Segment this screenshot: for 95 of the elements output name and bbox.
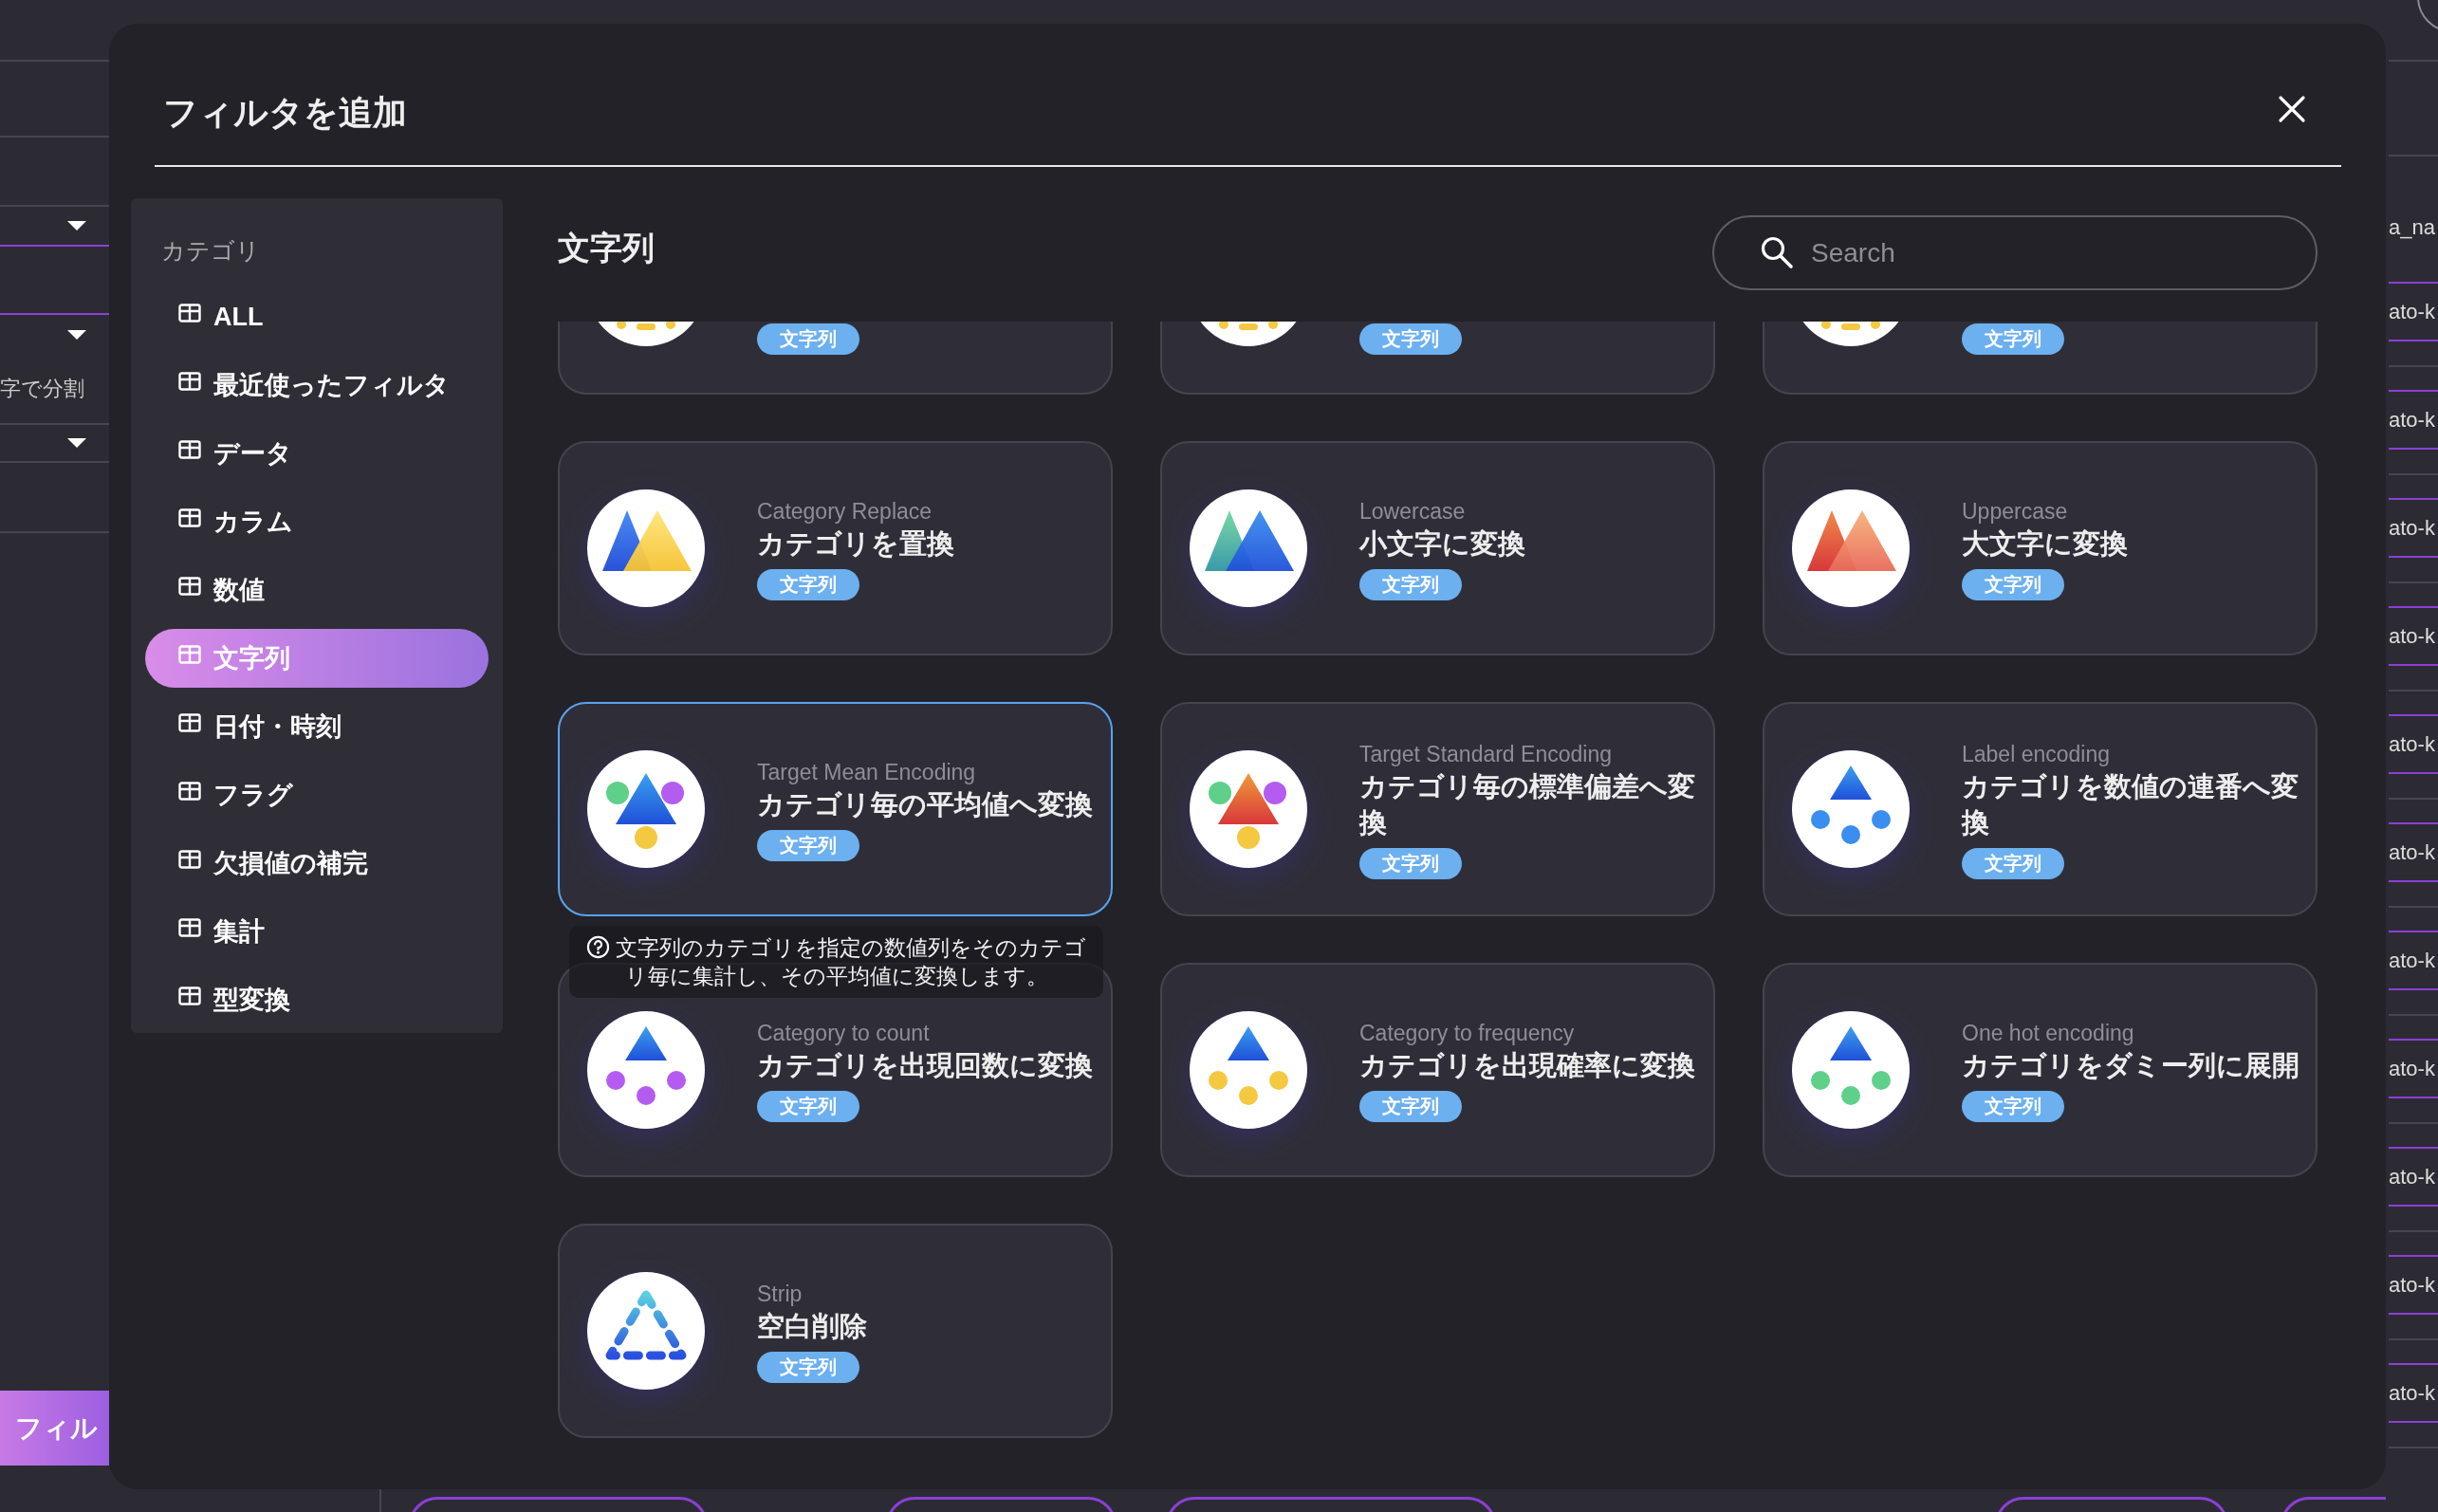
filter-name: 小文字に変換 — [1359, 526, 1525, 561]
filter-icon — [587, 1011, 705, 1129]
search-field[interactable]: Search — [1712, 215, 2318, 290]
table-cell: ato-k — [2389, 1272, 2435, 1298]
category-tag: 文字列 — [757, 1351, 859, 1383]
category-item[interactable]: ALL — [145, 287, 489, 346]
section-title: 文字列 — [558, 229, 655, 267]
filter-card[interactable]: Uppercase 大文字に変換 文字列 — [1763, 441, 2318, 655]
dropdown-caret-icon — [67, 438, 86, 448]
filter-icon — [587, 489, 705, 607]
filter-card[interactable]: Category to frequency カテゴリを出現確率に変換 文字列 — [1160, 963, 1715, 1177]
category-tag: 文字列 — [757, 1090, 859, 1122]
filter-icon — [1190, 750, 1307, 868]
table-cell: ato-k — [2389, 515, 2435, 541]
filter-name-english: Uppercase — [1962, 497, 2068, 526]
filter-card[interactable]: Strip 空白削除 文字列 — [558, 1224, 1113, 1438]
filter-card[interactable]: One hot encoding カテゴリをダミー列に展開 文字列 — [1763, 963, 2318, 1177]
table-icon — [178, 440, 201, 459]
category-tag: 文字列 — [757, 829, 859, 861]
filter-name: 空白削除 — [757, 1309, 867, 1343]
table-icon — [178, 372, 201, 391]
table-icon — [178, 304, 201, 323]
filter-name-english: Category to frequency — [1359, 1019, 1575, 1047]
filter-name-english: Category to count — [757, 1019, 930, 1047]
table-cell: ato-k — [2389, 1164, 2435, 1189]
filter-icon — [587, 1272, 705, 1390]
filter-name: カテゴリを置換 — [757, 526, 954, 561]
category-tag: 文字列 — [1359, 568, 1462, 600]
filter-card[interactable]: Lowercase 小文字に変換 文字列 — [1160, 441, 1715, 655]
filter-name: カテゴリをダミー列に展開 — [1962, 1048, 2299, 1082]
filter-name-english: Target Mean Encoding — [757, 758, 976, 786]
table-icon — [178, 713, 201, 732]
category-tag: 文字列 — [1962, 568, 2064, 600]
filter-card[interactable]: Category Replace カテゴリを置換 文字列 — [558, 441, 1113, 655]
filter-name-english: Category Replace — [757, 497, 933, 526]
column-header: a_na — [2389, 215, 2435, 240]
filter-card[interactable]: Target Standard Encoding カテゴリ毎の標準偏差へ変換 文字列 — [1160, 702, 1715, 916]
category-tag: 文字列 — [1359, 1090, 1462, 1122]
category-item[interactable]: データ — [145, 424, 489, 483]
table-icon — [178, 918, 201, 937]
category-tag: 文字列 — [1962, 323, 2064, 355]
table-icon — [178, 986, 201, 1005]
filter-icon — [1190, 489, 1307, 607]
table-icon — [178, 508, 201, 527]
filter-name-english: Label encoding — [1962, 740, 2111, 768]
filter-icon — [1190, 1011, 1307, 1129]
filter-name: カテゴリを出現確率に変換 — [1359, 1048, 1695, 1082]
table-icon — [178, 782, 201, 801]
category-item[interactable]: 最近使ったフィルタ — [145, 356, 489, 415]
filter-name: 大文字に変換 — [1962, 526, 2128, 561]
category-item[interactable]: フラグ — [145, 765, 489, 824]
dialog-title: フィルタを追加 — [163, 92, 407, 134]
dropdown-caret-icon — [67, 329, 86, 340]
filter-icon — [1792, 750, 1910, 868]
category-item[interactable]: 日付・時刻 — [145, 697, 489, 756]
search-icon — [1760, 235, 1794, 269]
filter-name: カテゴリ毎の標準偏差へ変換 — [1359, 769, 1696, 839]
filter-card[interactable]: Label encoding カテゴリを数値の連番へ変換 文字列 — [1763, 702, 2318, 916]
category-tag: 文字列 — [757, 323, 859, 355]
table-cell: ato-k — [2389, 1380, 2435, 1406]
table-cell: ato-k — [2389, 1056, 2435, 1081]
table-cell: ato-k — [2389, 948, 2435, 973]
table-cell: ato-k — [2389, 623, 2435, 649]
table-icon — [178, 577, 201, 596]
table-cell: ato-k — [2389, 407, 2435, 433]
filter-card[interactable]: Target Mean Encoding カテゴリ毎の平均値へ変換 文字列 — [558, 702, 1113, 916]
filter-name-english: Target Standard Encoding — [1359, 740, 1612, 768]
table-cell: ato-k — [2389, 299, 2435, 324]
filter-icon — [1792, 489, 1910, 607]
filter-name: カテゴリを出現回数に変換 — [757, 1048, 1093, 1082]
filter-icon — [587, 750, 705, 868]
filter-name-english: Strip — [757, 1280, 803, 1308]
help-icon — [585, 935, 610, 959]
category-item[interactable]: カラム — [145, 492, 489, 551]
category-tag: 文字列 — [1962, 847, 2064, 879]
option-text: 字で分割 — [0, 375, 84, 402]
category-tag: 文字列 — [757, 568, 859, 600]
filter-name-english: Lowercase — [1359, 497, 1466, 526]
table-cell: ato-k — [2389, 731, 2435, 757]
filter-name: カテゴリ毎の平均値へ変換 — [757, 787, 1093, 821]
table-icon — [178, 850, 201, 869]
filter-icon — [1792, 1011, 1910, 1129]
table-cell: ato-k — [2389, 839, 2435, 865]
dropdown-caret-icon — [67, 221, 86, 230]
category-tag: 文字列 — [1359, 847, 1462, 879]
category-tag: 文字列 — [1962, 1090, 2064, 1122]
category-item[interactable]: 型変換 — [145, 970, 489, 1029]
category-item[interactable]: 欠損値の補完 — [145, 834, 489, 893]
table-icon — [178, 645, 201, 664]
category-tag: 文字列 — [1359, 323, 1462, 355]
category-item[interactable]: 集計 — [145, 902, 489, 961]
category-item[interactable]: 数値 — [145, 561, 489, 619]
sidebar-heading: カテゴリ — [161, 236, 261, 265]
filter-name: カテゴリを数値の連番へ変換 — [1962, 769, 2299, 839]
filter-name-english: One hot encoding — [1962, 1019, 2134, 1047]
